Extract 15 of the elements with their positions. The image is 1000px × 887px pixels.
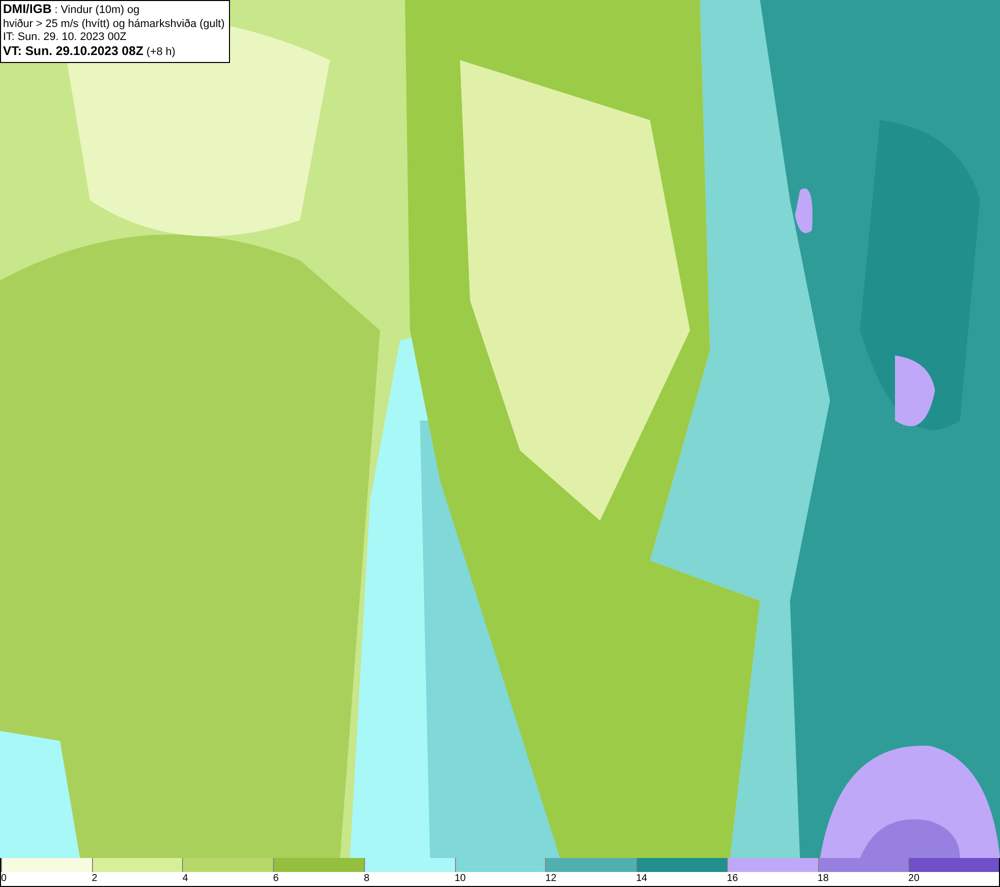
legend-label: 12 [545, 872, 556, 886]
title-line: DMI/IGB : Vindur (10m) og [3, 3, 140, 18]
legend-label: 20 [908, 872, 920, 886]
title-line: hviður > 25 m/s (hvítt) og hámarkshviða (gult) [3, 18, 225, 31]
legend-label: 16 [726, 872, 738, 886]
legend-label: 6 [273, 872, 279, 886]
legend-label: 0 [1, 872, 7, 886]
title-line: VT: Sun. 29.10.2023 08Z (+8 h) [3, 44, 176, 59]
legend-label: 10 [454, 872, 466, 886]
legend-label: 2 [92, 872, 98, 886]
legend-label: 4 [182, 872, 188, 886]
legend-label: 14 [636, 872, 648, 886]
legend-label: 18 [818, 872, 829, 886]
legend-label: 8 [364, 872, 370, 886]
title-line: IT: Sun. 29. 10. 2023 00Z [3, 31, 128, 44]
